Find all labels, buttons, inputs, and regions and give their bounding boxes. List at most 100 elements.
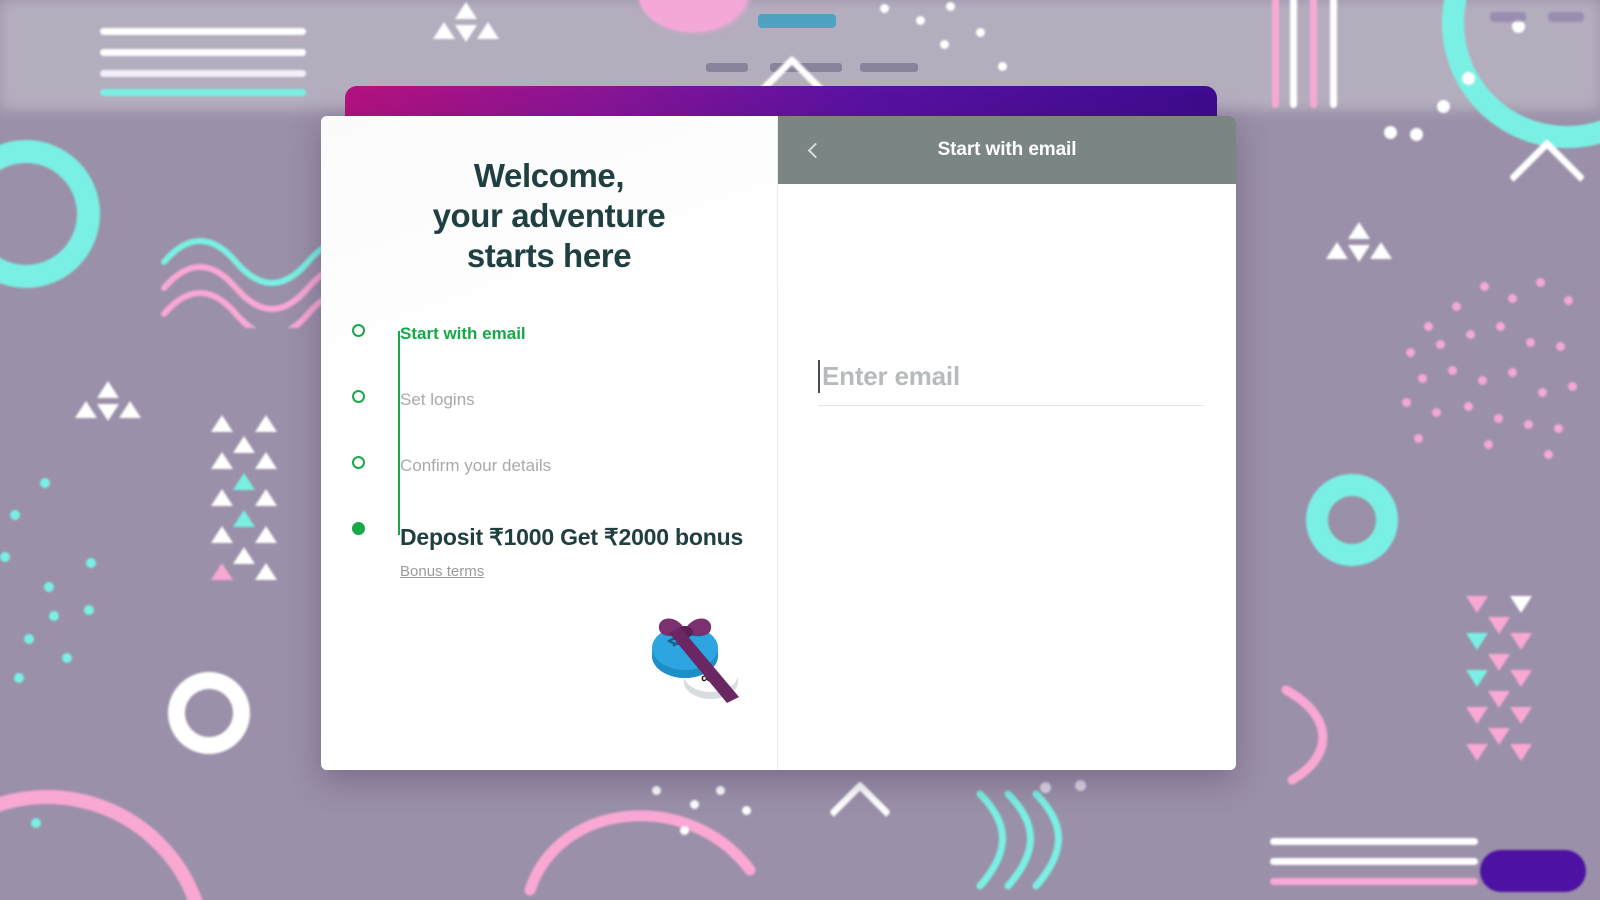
deco-dot bbox=[690, 800, 699, 809]
deco-chevron bbox=[1508, 138, 1586, 216]
deco-dot bbox=[84, 605, 94, 615]
deco-dot bbox=[1437, 100, 1450, 113]
deco-dot bbox=[1508, 294, 1517, 303]
deco-triangle bbox=[1488, 654, 1510, 671]
deco-dot bbox=[680, 826, 689, 835]
email-input-placeholder[interactable]: Enter email bbox=[822, 361, 960, 392]
deco-dot bbox=[1464, 402, 1473, 411]
bonus-terms-link[interactable]: Bonus terms bbox=[400, 563, 484, 580]
deco-dot bbox=[652, 786, 661, 795]
deco-triangle bbox=[211, 526, 233, 543]
deco-dot bbox=[1462, 72, 1475, 85]
deco-dot bbox=[998, 62, 1007, 71]
deco-triangle bbox=[233, 510, 255, 527]
deco-dot bbox=[62, 653, 72, 663]
step-label: Confirm your details bbox=[400, 456, 552, 475]
deco-line bbox=[1272, 0, 1279, 108]
step-dot-icon bbox=[352, 390, 365, 403]
deco-line bbox=[100, 70, 306, 77]
email-form-panel: Start with email Enter email bbox=[778, 116, 1236, 770]
deco-dot bbox=[1478, 376, 1487, 385]
deco-triangle bbox=[255, 563, 277, 580]
deco-triangle bbox=[211, 415, 233, 432]
promo-title-line-1: Welcome, bbox=[473, 157, 625, 194]
deco-dot bbox=[1406, 348, 1415, 357]
deco-chevron bbox=[828, 780, 892, 844]
deco-triangle bbox=[1488, 617, 1510, 634]
deco-line bbox=[100, 28, 306, 35]
deco-dot bbox=[40, 478, 50, 488]
deco-line bbox=[1490, 12, 1526, 22]
step-confirm-your-details[interactable]: Confirm your details bbox=[352, 455, 745, 521]
form-body: Enter email bbox=[778, 184, 1236, 770]
deco-dot bbox=[1424, 322, 1433, 331]
deco-line bbox=[1310, 0, 1317, 108]
deco-dot bbox=[1484, 440, 1493, 449]
deco-dot bbox=[44, 582, 54, 592]
deco-line bbox=[1290, 0, 1297, 108]
deco-dot bbox=[1448, 366, 1457, 375]
deco-triangle bbox=[1510, 633, 1532, 650]
deco-dot bbox=[742, 806, 751, 815]
deco-dot bbox=[49, 611, 59, 621]
deco-dot bbox=[1452, 302, 1461, 311]
deco-dot bbox=[1075, 780, 1086, 791]
deco-triangle bbox=[97, 381, 119, 398]
deco-triangle bbox=[1510, 670, 1532, 687]
deco-dot bbox=[976, 28, 985, 37]
deco-triangle bbox=[211, 452, 233, 469]
deco-dot bbox=[86, 558, 96, 568]
deco-triangle bbox=[1326, 242, 1348, 259]
back-button[interactable] bbox=[791, 116, 835, 184]
deco-line bbox=[1270, 878, 1478, 885]
deco-dot bbox=[0, 552, 10, 562]
step-deposit-bonus[interactable]: Deposit ₹1000 Get ₹2000 bonus Bonus term… bbox=[352, 521, 745, 587]
page-root: Welcome, your adventure starts here Star… bbox=[0, 0, 1600, 900]
deco-dot bbox=[1544, 450, 1553, 459]
deco-dot bbox=[880, 4, 889, 13]
deco-triangle bbox=[1348, 245, 1370, 262]
deco-dot bbox=[1508, 368, 1517, 377]
deco-curve-pink bbox=[524, 810, 756, 896]
deco-triangle bbox=[233, 473, 255, 490]
deco-triangle bbox=[433, 22, 455, 39]
deco-triangle bbox=[1488, 728, 1510, 745]
deco-triangle bbox=[1370, 242, 1392, 259]
deco-ring-white bbox=[168, 672, 250, 754]
deco-dot bbox=[1496, 322, 1505, 331]
deco-dot bbox=[1384, 126, 1397, 139]
deco-ring-cyan bbox=[1306, 474, 1398, 566]
form-header-title: Start with email bbox=[937, 139, 1077, 160]
text-caret bbox=[818, 360, 820, 393]
deco-dot bbox=[716, 786, 725, 795]
deco-triangle bbox=[1488, 691, 1510, 708]
deco-waves-bottom bbox=[976, 790, 1062, 890]
step-start-with-email[interactable]: Start with email bbox=[352, 323, 745, 389]
deco-triangle bbox=[211, 563, 233, 580]
deco-pill-purple bbox=[1480, 850, 1586, 892]
deco-blob-pink bbox=[638, 0, 746, 32]
chevron-left-icon bbox=[807, 142, 823, 158]
deco-dot bbox=[1524, 420, 1533, 429]
deco-triangle bbox=[455, 2, 477, 19]
email-field[interactable]: Enter email bbox=[818, 360, 1204, 406]
page-title: Welcome, your adventure starts here bbox=[353, 156, 745, 276]
deco-dot bbox=[1436, 340, 1445, 349]
deco-ring-cyan bbox=[0, 140, 100, 288]
deco-triangle bbox=[211, 489, 233, 506]
deco-dot bbox=[1526, 338, 1535, 347]
deco-triangle bbox=[233, 436, 255, 453]
step-label: Start with email bbox=[400, 324, 526, 343]
promo-panel: Welcome, your adventure starts here Star… bbox=[321, 116, 778, 770]
deco-line bbox=[100, 89, 306, 96]
deco-curve-pink bbox=[1281, 685, 1328, 785]
step-dot-icon bbox=[352, 456, 365, 469]
deco-line bbox=[1330, 0, 1337, 108]
deco-line bbox=[1548, 12, 1584, 22]
step-set-logins[interactable]: Set logins bbox=[352, 389, 745, 455]
deco-dot bbox=[1410, 128, 1423, 141]
step-label: Set logins bbox=[400, 390, 475, 409]
deco-triangle bbox=[455, 25, 477, 42]
gift-box-icon: ∞ bbox=[652, 618, 739, 703]
deco-dot bbox=[1536, 278, 1545, 287]
